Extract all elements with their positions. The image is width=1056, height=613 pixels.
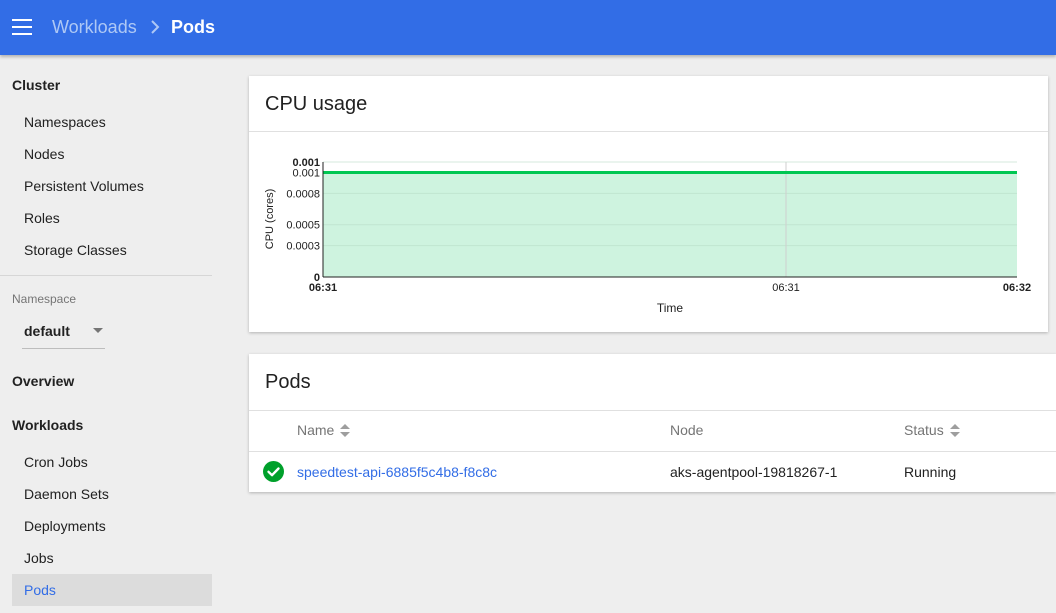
sidebar-item-nodes[interactable]: Nodes: [12, 138, 212, 170]
y-tick-label: 0.0003: [286, 241, 320, 253]
y-tick-label: 0.001: [292, 157, 320, 169]
sidebar-item-jobs[interactable]: Jobs: [12, 542, 212, 574]
column-header-status[interactable]: Status: [904, 422, 960, 438]
breadcrumb-workloads[interactable]: Workloads: [52, 17, 137, 38]
sidebar-item-deployments[interactable]: Deployments: [12, 510, 212, 542]
namespace-label: Namespace: [12, 292, 77, 306]
caret-down-icon: [93, 328, 103, 333]
sidebar-item-namespaces[interactable]: Namespaces: [12, 106, 212, 138]
column-header-node-label: Node: [670, 422, 704, 438]
column-header-node: Node: [670, 422, 703, 438]
nav-header-workloads[interactable]: Workloads: [12, 417, 83, 433]
sidebar-item-cron-jobs[interactable]: Cron Jobs: [12, 446, 212, 478]
sidebar-item-pods[interactable]: Pods: [12, 574, 212, 606]
cpu-usage-chart: 00.00030.00050.00080.0010.00106:31 06:31 0…: [264, 157, 1031, 315]
pod-node: aks-agentpool-19818267-1: [670, 464, 838, 480]
pod-name-link[interactable]: speedtest-api-6885f5c4b8-f8c8c: [297, 464, 497, 480]
y-tick-label: 0.0005: [286, 220, 320, 232]
sort-icon[interactable]: [340, 424, 351, 438]
namespace-value: default: [24, 323, 70, 339]
card-separator: [249, 410, 1056, 411]
nav-header-cluster[interactable]: Cluster: [12, 77, 60, 93]
sidebar-item-roles[interactable]: Roles: [12, 202, 212, 234]
breadcrumb-pods: Pods: [171, 17, 216, 37]
top-bar: Workloads Pods: [0, 0, 1056, 55]
column-header-name-label: Name: [297, 422, 335, 438]
sidebar-item-storage-classes[interactable]: Storage Classes: [12, 234, 212, 266]
sort-icon[interactable]: [949, 424, 960, 438]
x-tick-label: 06:31: [772, 282, 800, 294]
sidebar: Cluster Namespaces Nodes Persistent Volu…: [0, 55, 224, 613]
namespace-select[interactable]: default: [22, 317, 105, 349]
column-header-name[interactable]: Name: [297, 422, 351, 438]
cpu-usage-card: CPU usage 0 0.0003 0.0005 0.0008 0.001 0.001 0…: [249, 76, 1048, 332]
y-tick-label: 0.0008: [286, 188, 320, 200]
menu-icon[interactable]: [12, 19, 32, 35]
table-header-separator: [249, 451, 1056, 452]
x-tick-label: 06:32: [1003, 282, 1031, 294]
nav-header-overview[interactable]: Overview: [12, 373, 74, 389]
sidebar-item-persistent-volumes[interactable]: Persistent Volumes: [12, 170, 212, 202]
sidebar-item-daemon-sets[interactable]: Daemon Sets: [12, 478, 212, 510]
sidebar-divider: [0, 275, 212, 276]
y-axis-label: CPU (cores): [264, 189, 276, 250]
check-circle-icon: [263, 461, 284, 482]
pod-status: Running: [904, 464, 957, 480]
pods-card: Pods Name Node Status speedtest-api-6885…: [249, 354, 1056, 492]
chevron-right-icon: [151, 20, 160, 34]
x-axis-label: Time: [657, 301, 684, 315]
x-tick-label: 06:31: [309, 282, 337, 294]
pods-card-title: Pods: [265, 371, 311, 393]
y-tick-label: 0.001: [292, 167, 320, 179]
column-header-status-label: Status: [904, 422, 944, 438]
